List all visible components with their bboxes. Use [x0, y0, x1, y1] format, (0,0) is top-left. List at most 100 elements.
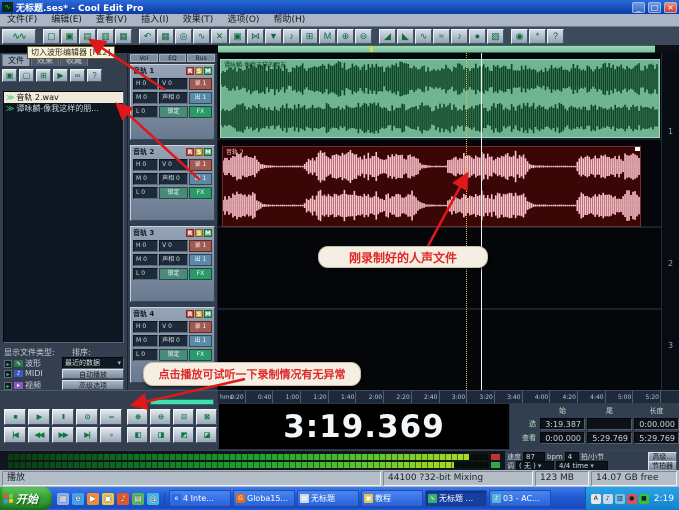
playhead-cursor[interactable] [481, 53, 482, 390]
track-lane-2[interactable]: 音轨 2 [218, 142, 661, 228]
cut-button[interactable]: ✕ [211, 28, 228, 44]
zoom-left-edge-button[interactable]: ◩ [173, 427, 194, 443]
key-dropdown[interactable]: ( 无 ) [516, 460, 554, 471]
mute-button[interactable]: M [204, 310, 212, 318]
file-list-item[interactable]: 谭咏麟-像我这样的朋... [4, 103, 123, 114]
open-session-button[interactable]: ▣ [61, 28, 78, 44]
cd-player-view-button[interactable]: ◎ [175, 28, 192, 44]
organizer-help-button[interactable]: ? [87, 69, 102, 82]
solo-button[interactable]: S [195, 310, 203, 318]
minimize-button[interactable]: _ [632, 1, 645, 13]
eq-high-field[interactable]: H 0 [133, 321, 159, 333]
menu-item[interactable]: 编辑(E) [44, 14, 89, 27]
taskbar-task-button[interactable]: G Globa15... [233, 490, 295, 507]
tab-eq[interactable]: EQ [158, 54, 187, 62]
menu-item[interactable]: 选项(O) [220, 14, 266, 27]
ime-tray-icon[interactable]: A [590, 493, 601, 504]
mixers-window-button[interactable]: ▦ [157, 28, 174, 44]
record-device-button[interactable]: 录 1 [189, 159, 212, 171]
eq-low-field[interactable]: L 0 [133, 349, 159, 361]
time-signature-dropdown[interactable]: 4/4 time [556, 460, 608, 471]
pause-button[interactable]: II [52, 409, 74, 425]
track-lane-3[interactable] [218, 230, 661, 310]
music-clip[interactable]: 谭咏麟-像我这样的朋友 [220, 59, 660, 138]
tempo-map-button[interactable]: ♪ [451, 28, 468, 44]
eq-high-field[interactable]: H 0 [133, 159, 159, 171]
cd-burn-button[interactable]: ◉ [511, 28, 528, 44]
taskbar-task-button[interactable]: e 4 Inte... [169, 490, 231, 507]
menu-item[interactable]: 文件(F) [0, 14, 44, 27]
punch-in-button[interactable]: ● [469, 28, 486, 44]
taskbar-task-button[interactable]: ▤ 无标题 [297, 490, 359, 507]
fx-button[interactable]: FX [188, 106, 212, 118]
zoom-to-selection-button[interactable]: ⊠ [196, 409, 217, 425]
mute-button[interactable]: M [204, 67, 212, 75]
eq-low-field[interactable]: L 0 [133, 187, 159, 199]
close-button[interactable]: × [664, 1, 677, 13]
device-order-button[interactable]: ▧ [487, 28, 504, 44]
mute-block-button[interactable]: M [319, 28, 336, 44]
volume-field[interactable]: V 0 [159, 78, 188, 90]
group-blocks-button[interactable]: ⊞ [301, 28, 318, 44]
record-arm-button[interactable]: R [186, 229, 194, 237]
clip-resize-handle[interactable] [635, 147, 640, 151]
timeline-ruler[interactable]: 0:20 0:40 1:00 1:20 1:40 2:00 2:20 2:40 3:00 3:20… [218, 390, 679, 404]
tab-bus[interactable]: Bus [187, 54, 216, 62]
new-session-button[interactable]: ▢ [43, 28, 60, 44]
menu-item[interactable]: 查看(V) [89, 14, 134, 27]
open-file-button[interactable]: ▣ [2, 69, 17, 82]
folder-icon[interactable]: ▣ [102, 492, 114, 505]
eq-low-field[interactable]: L 0 [133, 268, 159, 280]
eq-mid-field[interactable]: M 0 [133, 335, 159, 347]
undo-button[interactable]: ↶ [139, 28, 156, 44]
zoom-right-edge-button[interactable]: ◪ [196, 427, 217, 443]
record-arm-button[interactable]: R [186, 67, 194, 75]
output-device-button[interactable]: 出 1 [189, 335, 212, 347]
edit-waveform-button[interactable]: ∿ [193, 28, 210, 44]
import-file-button[interactable]: ▥ [97, 28, 114, 44]
pan-field[interactable]: 声相 0 [159, 173, 188, 185]
taskbar-task-button[interactable]: ▣ 教程 [361, 490, 423, 507]
volume-field[interactable]: V 0 [159, 321, 188, 333]
media-player-icon[interactable]: ▶ [87, 492, 99, 505]
record-device-button[interactable]: 录 1 [189, 78, 212, 90]
session-overview-bar[interactable] [218, 45, 655, 53]
solo-button[interactable]: S [195, 229, 203, 237]
fx-button[interactable]: FX [188, 349, 212, 361]
metronome-button[interactable]: ♪ [283, 28, 300, 44]
tab-files[interactable]: 文件 [2, 54, 30, 66]
metronome-button[interactable]: 节拍器 [648, 460, 677, 471]
solo-button[interactable]: S [195, 148, 203, 156]
mute-button[interactable]: M [204, 148, 212, 156]
multitrack-view-toggle-button[interactable]: ∿∿ [2, 28, 36, 44]
wave-checkbox[interactable]: ▸ [4, 359, 12, 368]
play-button[interactable]: ▶ [28, 409, 50, 425]
copy-button[interactable]: ▣ [229, 28, 246, 44]
fx-button[interactable]: FX [188, 187, 212, 199]
volume-field[interactable]: V 0 [159, 240, 188, 252]
record-device-button[interactable]: 录 1 [189, 240, 212, 252]
sort-dropdown[interactable]: 最近的数据 [62, 357, 124, 369]
record-button[interactable]: ● [100, 427, 122, 443]
fx-envelope-button[interactable]: ≈ [433, 28, 450, 44]
fast-forward-button[interactable]: ▶▶ [52, 427, 74, 443]
menu-item[interactable]: 插入(I) [134, 14, 176, 27]
help-button[interactable]: ? [547, 28, 564, 44]
rewind-button[interactable]: ◀◀ [28, 427, 50, 443]
file-list-item[interactable]: 音轨 2.wav [4, 92, 123, 103]
scheduler-tray-icon[interactable]: ■ [638, 493, 649, 504]
antivirus-tray-icon[interactable]: ● [626, 493, 637, 504]
taskbar-task-button[interactable]: ♪ 03 - AC... [489, 490, 551, 507]
auto-play-button[interactable]: 自动播放 [62, 369, 124, 379]
record-arm-button[interactable]: R [186, 148, 194, 156]
vocal-clip[interactable]: 音轨 2 [222, 146, 641, 227]
insert-to-multitrack-button[interactable]: ⊞ [36, 69, 51, 82]
wet-dry-envelope-button[interactable]: ∿ [415, 28, 432, 44]
zoom-in-horizontal-button[interactable]: ⊕ [337, 28, 354, 44]
eq-mid-field[interactable]: M 0 [133, 92, 159, 104]
messenger-icon[interactable]: @ [147, 492, 159, 505]
track-display-area[interactable]: 谭咏麟-像我这样的朋友 音轨 2 1 2 3 [218, 53, 679, 390]
save-session-button[interactable]: ▤ [79, 28, 96, 44]
track-lane-1[interactable]: 谭咏麟-像我这样的朋友 [218, 53, 661, 140]
loop-button[interactable]: ∞ [100, 409, 122, 425]
